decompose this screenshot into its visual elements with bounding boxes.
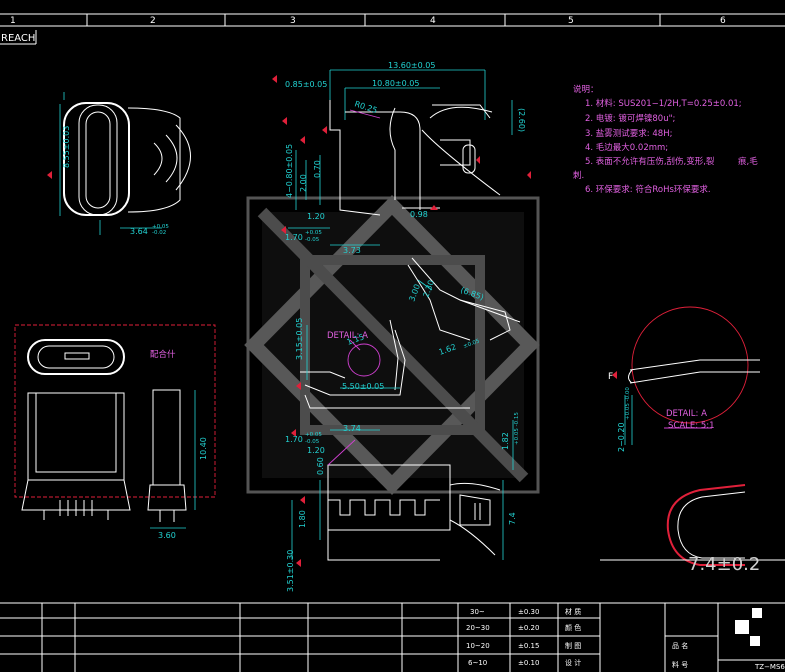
note-line: 刺. — [573, 171, 584, 181]
note-line: 6. 环保要求: 符合RoHs环保要求. — [585, 184, 711, 195]
dimension-label: 3.64 — [130, 227, 148, 236]
tolerance-range: 30~ — [470, 608, 485, 616]
title-block — [0, 602, 785, 672]
datum-marker-icon — [300, 136, 305, 144]
datum-letter: F — [608, 372, 613, 382]
title-block-label: 设 计 — [565, 658, 581, 667]
bent-clip-view — [600, 484, 785, 566]
dimension-label: 1.80 — [298, 510, 307, 528]
title-block-label: 制 图 — [565, 641, 581, 650]
tolerance-value: ±0.10 — [518, 659, 539, 667]
dimension-label: 3.60 — [158, 531, 176, 540]
column-number: 1 — [10, 16, 16, 26]
mating-part-label: 配合什 — [150, 349, 176, 360]
drawing-border — [0, 13, 785, 45]
dimension-label: 3.73 — [343, 246, 361, 255]
company-logo-icon — [735, 620, 749, 634]
company-logo-icon — [752, 608, 762, 618]
dimension-label: 2−0.20 — [617, 422, 626, 452]
dimension-label: 1.70 — [285, 233, 303, 242]
datum-marker-icon — [300, 496, 305, 504]
title-block-label: 颜 色 — [565, 623, 581, 632]
datum-marker-icon — [476, 156, 480, 164]
column-number: 6 — [720, 16, 726, 26]
note-line: 4. 毛边最大0.02mm; — [585, 142, 668, 153]
datum-marker-icon — [322, 126, 327, 134]
tolerance-label: +0.05 — [305, 432, 322, 438]
dimension-label: 1.70 — [285, 435, 303, 444]
datum-marker-icon — [527, 171, 531, 179]
datum-marker-icon — [282, 117, 287, 125]
notes-title: 说明： — [573, 84, 599, 95]
column-number: 3 — [290, 16, 296, 26]
tolerance-value: ±0.20 — [518, 624, 539, 632]
company-logo-icon — [750, 636, 760, 646]
note-line: 5. 表面不允许有压伤,刮伤,变形,裂 — [585, 156, 715, 167]
title-block-label: 品 名 — [672, 641, 688, 650]
drawing-canvas: 1 2 3 4 5 6 REACH 8.55±0.03 3.64 +0.05 -… — [0, 13, 785, 672]
column-number: 5 — [568, 16, 574, 26]
dimension-label: 1.20 — [307, 212, 325, 221]
tolerance-range: 6~10 — [468, 659, 487, 667]
dimension-label: 2.00 — [299, 174, 308, 192]
datum-marker-icon — [47, 171, 52, 179]
part-number: TZ−MS6 — [754, 663, 785, 671]
dimension-label: 10.80±0.05 — [372, 79, 419, 88]
reach-label: REACH — [1, 33, 35, 44]
detail-title: DETAIL: A — [666, 409, 707, 419]
tolerance-label: -0.05 — [305, 439, 320, 445]
column-number: 2 — [150, 16, 156, 26]
title-block-label: 材 质 — [565, 607, 581, 616]
dimension-label: (2.60) — [517, 108, 526, 132]
dimension-label: 3.15±0.05 — [295, 318, 304, 360]
dimension-label: 7.4 — [508, 512, 517, 525]
dimension-label: 1.82 — [501, 432, 510, 450]
tolerance-label: +0.05 — [305, 230, 322, 236]
dimension-label: 8.55±0.03 — [62, 126, 71, 168]
tolerance-value: ±0.15 — [518, 642, 539, 650]
note-line: 2. 电镀: 镀可焊镍80u"; — [585, 113, 675, 124]
dimension-label: 1.20 — [307, 446, 325, 455]
dimension-label: 0.85±0.05 — [285, 80, 327, 89]
tolerance-range: 10~20 — [466, 642, 490, 650]
note-line: 痕,毛 — [738, 156, 758, 167]
radius-label: R0.25 — [353, 99, 378, 115]
tolerance-label: -0.05 — [305, 237, 320, 243]
watermark-logo — [244, 195, 540, 495]
tolerance-label: -0.02 — [152, 230, 166, 236]
mating-part-view — [14, 324, 216, 529]
dimension-label: 0.70 — [313, 160, 322, 178]
clip-dimension: 7.4±0.2 — [688, 554, 760, 575]
tolerance-value: ±0.30 — [518, 608, 539, 616]
note-line: 1. 材料: SUS201−1/2H,T=0.25±0.01; — [585, 98, 742, 109]
dimension-label: 10.40 — [199, 437, 208, 460]
column-number: 4 — [430, 16, 436, 26]
title-block-label: 料 号 — [672, 660, 688, 669]
dimension-label: 0.98 — [410, 210, 428, 219]
tolerance-label: +0.05 -0.15 — [514, 412, 520, 445]
tolerance-label: +0.05 -0.00 — [625, 387, 631, 420]
dimension-label: 4−0.80±0.05 — [285, 144, 294, 198]
datum-marker-icon — [296, 559, 301, 567]
dimension-label: 3.74 — [343, 424, 361, 433]
note-line: 3. 盐雾测试要求: 48H; — [585, 128, 672, 139]
detail-callout: DETAIL: A — [327, 331, 368, 341]
dimension-label: 3.51±0.30 — [286, 550, 295, 592]
detail-scale: SCALE: 5:1 — [668, 421, 715, 431]
dimension-label: 0.60 — [316, 457, 325, 475]
tolerance-range: 20~30 — [466, 624, 490, 632]
dimension-label: 13.60±0.05 — [388, 61, 435, 70]
datum-marker-icon — [272, 75, 277, 83]
dimension-label: 5.50±0.05 — [342, 382, 384, 391]
